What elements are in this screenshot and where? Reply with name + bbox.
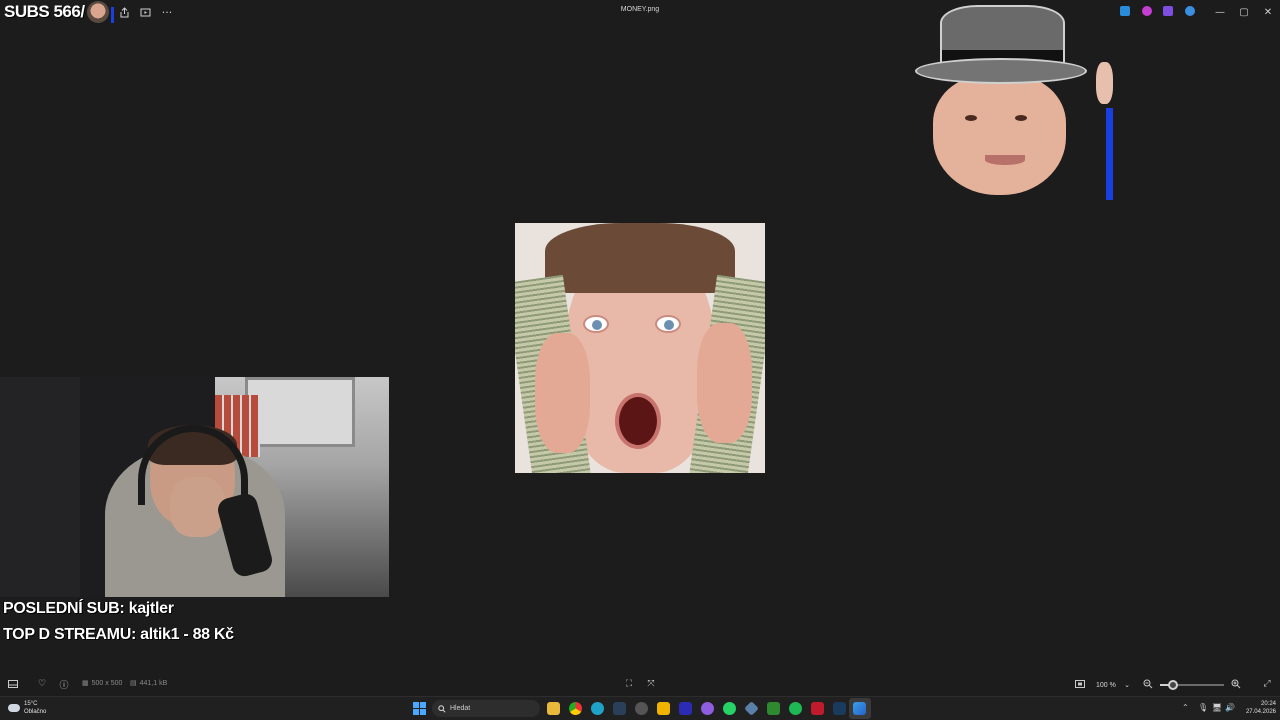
start-button[interactable]: [413, 702, 426, 715]
hand-right: [697, 323, 752, 443]
image-dimensions: ▦ 500 x 500: [82, 679, 123, 688]
volume-icon[interactable]: 🔊: [1225, 703, 1235, 712]
file-size-icon: ▤: [130, 680, 137, 687]
app-yellow-icon[interactable]: [657, 702, 670, 715]
messenger-icon[interactable]: [701, 702, 714, 715]
dimensions-icon: ▦: [82, 680, 89, 687]
webcam-shelf: [0, 377, 80, 597]
clock-date: 27.04.2026: [1245, 709, 1276, 715]
obs-icon[interactable]: [635, 702, 648, 715]
hat-face-mouth: [985, 155, 1025, 165]
app-icon-2[interactable]: [1142, 6, 1152, 16]
tray-chevron-icon[interactable]: ⌃: [1182, 703, 1189, 712]
image-hair: [545, 223, 735, 293]
filmstrip-icon[interactable]: [7, 678, 19, 690]
onedrive-icon[interactable]: [1185, 6, 1195, 16]
edge-icon[interactable]: [591, 702, 604, 715]
image-mouth: [615, 393, 661, 449]
zoom-in-icon[interactable]: [1230, 678, 1242, 690]
zoom-slider[interactable]: [1160, 680, 1224, 690]
top-donation-text: TOP D STREAMU: altik1 - 88 Kč: [3, 626, 234, 643]
spotify-icon[interactable]: [789, 702, 802, 715]
network-icon[interactable]: 🖥: [1212, 703, 1222, 712]
app-icon-1[interactable]: [1120, 6, 1130, 16]
zoom-dropdown[interactable]: 100 % ⌄: [1092, 678, 1134, 692]
webcam-window: [245, 377, 355, 447]
file-explorer-icon[interactable]: [547, 702, 560, 715]
app-blue-icon[interactable]: [679, 702, 692, 715]
steam-icon[interactable]: [613, 702, 626, 715]
weather-condition: Oblačno: [24, 709, 47, 715]
hat-face-eye-right: [1015, 115, 1027, 121]
hand-left: [535, 333, 590, 453]
steam-2-icon[interactable]: [833, 702, 846, 715]
chrome-icon[interactable]: [569, 702, 582, 715]
maximize-button[interactable]: ▢: [1232, 4, 1256, 20]
title-bar: SUBS 566/ ··· MONEY.png — ▢ ✕: [0, 0, 1280, 24]
weather-widget[interactable]: 15°C Oblačno: [8, 700, 46, 716]
side-progress-bar: [1106, 108, 1113, 200]
app-icon-3[interactable]: [1163, 6, 1173, 16]
photos-icon[interactable]: [853, 702, 866, 715]
fit-to-window-icon[interactable]: ⛶: [623, 678, 635, 690]
dimensions-value: 500 x 500: [91, 679, 123, 687]
taskbar: 15°C Oblačno Hledat ⌃ 🎙 🖥 🔊 20:24 27.04.…: [0, 696, 1280, 720]
microphone-tray-icon[interactable]: 🎙: [1198, 703, 1208, 712]
zoom-value: 100 %: [1096, 681, 1116, 689]
money-image: [515, 223, 765, 473]
window-title: MONEY.png: [620, 6, 660, 13]
app-diamond-icon[interactable]: [744, 701, 759, 716]
actual-size-icon[interactable]: ⤧: [645, 678, 657, 690]
status-bar: ♡ ⓘ ▦ 500 x 500 ▤ 441,1 kB ⛶ ⤧ 100 % ⌄ ⤢: [0, 674, 1280, 696]
minimize-button[interactable]: —: [1208, 4, 1232, 20]
image-eye-right: [655, 315, 681, 333]
last-sub-text: POSLEDNÍ SUB: kajtler: [3, 600, 174, 617]
file-size: ▤ 441,1 kB: [130, 679, 168, 688]
cloud-icon: [8, 704, 20, 712]
zoom-out-icon[interactable]: [1142, 678, 1154, 690]
search-icon: [438, 704, 446, 713]
hat-face-eye-left: [965, 115, 977, 121]
close-button[interactable]: ✕: [1256, 4, 1280, 20]
image-eye-left: [583, 315, 609, 333]
chevron-down-icon: ⌄: [1124, 682, 1130, 689]
fullscreen-icon[interactable]: ⤢: [1261, 678, 1273, 690]
side-face-overlay: [1096, 62, 1113, 104]
taskbar-search[interactable]: Hledat: [432, 700, 540, 717]
minecraft-icon[interactable]: [767, 702, 780, 715]
fit-view-icon[interactable]: [1074, 678, 1086, 690]
webcam-feed: [0, 377, 389, 597]
hat-brim: [915, 58, 1087, 84]
taskbar-clock[interactable]: 20:24 27.04.2026: [1238, 700, 1276, 716]
zoom-slider-thumb[interactable]: [1167, 680, 1178, 690]
webcam-hands: [170, 477, 225, 537]
hat-face-overlay: [933, 75, 1066, 195]
search-placeholder: Hledat: [450, 705, 471, 712]
clock-time: 20:24: [1260, 701, 1276, 707]
info-icon[interactable]: ⓘ: [58, 678, 70, 691]
acrobat-icon[interactable]: [811, 702, 824, 715]
weather-temp: 15°C: [24, 701, 38, 707]
file-size-value: 441,1 kB: [139, 679, 168, 687]
whatsapp-icon[interactable]: [723, 702, 736, 715]
favorite-icon[interactable]: ♡: [36, 678, 48, 690]
